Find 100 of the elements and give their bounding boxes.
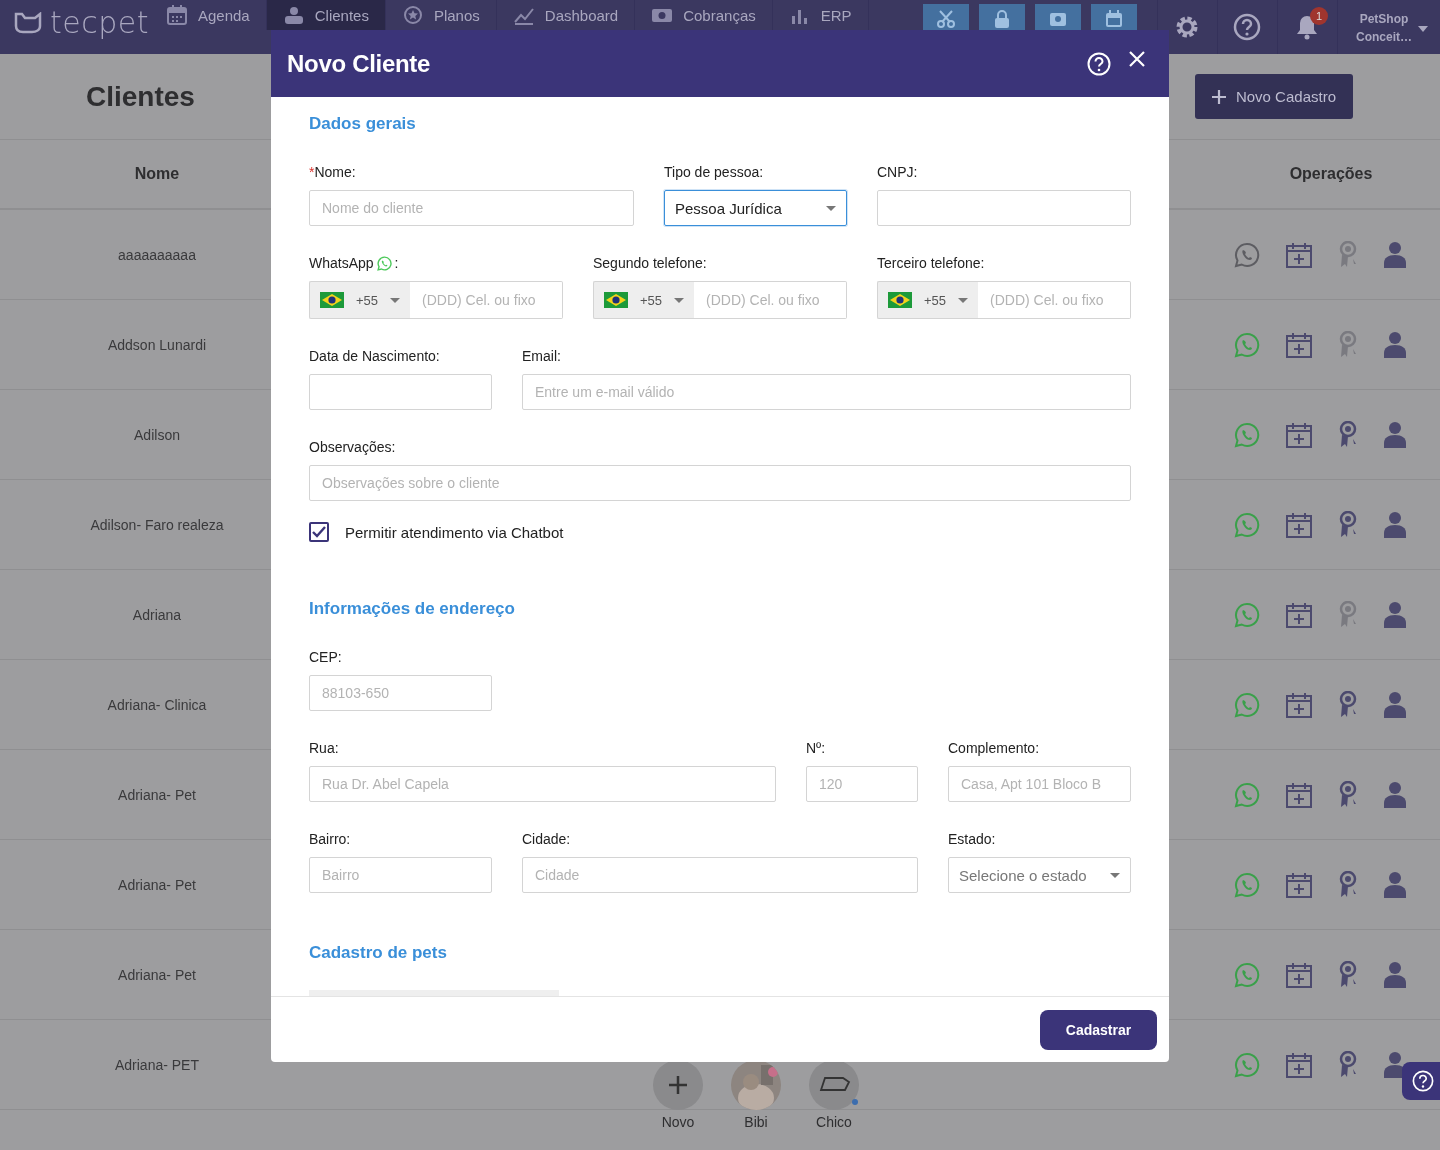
- caret-down-icon: [1110, 872, 1120, 878]
- modal-title: Novo Cliente: [287, 49, 431, 78]
- help-icon[interactable]: [1233, 13, 1262, 41]
- whatsapp-icon[interactable]: [1234, 241, 1260, 268]
- person-icon[interactable]: [1384, 781, 1406, 808]
- whatsapp-icon: [376, 255, 392, 271]
- bell-icon[interactable]: [1295, 14, 1320, 40]
- input-field[interactable]: Observações sobre o cliente: [309, 465, 1131, 501]
- person-icon[interactable]: [1384, 331, 1406, 358]
- person-icon[interactable]: [1384, 421, 1406, 448]
- person-icon[interactable]: [1384, 691, 1406, 718]
- award-icon[interactable]: [1338, 870, 1358, 899]
- field-label: Bairro:: [309, 830, 351, 848]
- calendar-icon: [166, 4, 188, 26]
- calendar-add-icon[interactable]: [1286, 961, 1312, 988]
- people-icon: [282, 4, 305, 26]
- pet-name[interactable]: Bibi: [744, 1114, 768, 1130]
- section-title: Cadastro de pets: [309, 942, 448, 964]
- add-pet-icon[interactable]: [653, 1060, 703, 1110]
- input-field[interactable]: 88103-650: [309, 675, 492, 711]
- calendar-add-icon[interactable]: [1286, 1051, 1312, 1078]
- pet-name[interactable]: Novo: [661, 1114, 695, 1130]
- input-field[interactable]: Nome do cliente: [309, 190, 634, 226]
- calendar-add-icon[interactable]: [1286, 421, 1312, 448]
- field-label: WhatsApp: [309, 254, 374, 272]
- help-icon: [1412, 1070, 1434, 1092]
- field-label: Cidade:: [522, 830, 571, 848]
- award-icon[interactable]: [1338, 510, 1358, 539]
- column-header: Operações: [1289, 165, 1373, 183]
- client-name: Addson Lunardi: [107, 336, 207, 353]
- field-label: CEP:: [309, 648, 342, 666]
- input-field[interactable]: Entre um e-mail válido: [522, 374, 1131, 410]
- field-label: Observações:: [309, 438, 396, 456]
- client-name: Adilson: [134, 426, 180, 443]
- calendar-add-icon[interactable]: [1286, 601, 1312, 628]
- field-label: Segundo telefone:: [593, 254, 707, 272]
- input-field[interactable]: Rua Dr. Abel Capela: [309, 766, 776, 802]
- field-label: Data de Nascimento:: [309, 347, 440, 365]
- nav-item[interactable]: Clientes: [266, 0, 386, 30]
- checkbox-label: Permitir atendimento via Chatbot: [345, 523, 564, 541]
- award-icon[interactable]: [1338, 780, 1358, 809]
- field-label: Email:: [522, 347, 561, 365]
- section-title: Informações de endereço: [309, 598, 516, 620]
- input-field[interactable]: Cidade: [522, 857, 918, 893]
- help-button[interactable]: [1402, 1062, 1440, 1100]
- field-label: CNPJ:: [877, 163, 918, 181]
- lock-icon: [992, 9, 1012, 29]
- field-label: Complemento:: [948, 739, 1040, 757]
- input-field[interactable]: [877, 190, 1131, 226]
- star-circle-icon: [401, 4, 424, 26]
- field-label: Rua:: [309, 739, 339, 757]
- calendar-add-icon[interactable]: [1286, 691, 1312, 718]
- calendar-icon: [1104, 9, 1124, 29]
- user-name[interactable]: PetShop: [1359, 10, 1409, 28]
- select-field[interactable]: Pessoa Jurídica: [664, 190, 847, 226]
- calendar-add-icon[interactable]: [1286, 871, 1312, 898]
- field-label: Estado:: [948, 830, 996, 848]
- client-name: Adriana- Clinica: [107, 696, 207, 713]
- calendar-add-icon[interactable]: [1286, 781, 1312, 808]
- brand-name: tecpet: [50, 8, 149, 38]
- client-name: Adriana- PET: [114, 1056, 199, 1073]
- client-name: aaaaaaaaaa: [118, 246, 196, 263]
- field-label: *Nome:: [309, 163, 356, 181]
- calendar-add-icon[interactable]: [1286, 331, 1312, 358]
- pet-logo-icon: [14, 12, 42, 34]
- caret-down-icon[interactable]: [1418, 26, 1428, 32]
- person-icon[interactable]: [1384, 871, 1406, 898]
- input-field[interactable]: Casa, Apt 101 Bloco B: [948, 766, 1131, 802]
- award-icon[interactable]: [1338, 1050, 1358, 1079]
- submit-button[interactable]: Cadastrar: [1040, 1009, 1157, 1050]
- calendar-add-icon[interactable]: [1286, 241, 1312, 268]
- input-field[interactable]: Bairro: [309, 857, 492, 893]
- section-title: Dados gerais: [309, 113, 417, 135]
- notification-badge: 1: [1310, 7, 1328, 25]
- field-label: Nº:: [806, 739, 826, 757]
- person-icon[interactable]: [1384, 961, 1406, 988]
- input-field[interactable]: 120: [806, 766, 918, 802]
- person-icon[interactable]: [1384, 511, 1406, 538]
- scissors-icon: [936, 9, 956, 29]
- client-name: Adilson- Faro realeza: [90, 516, 224, 533]
- label-colon: :: [394, 254, 399, 272]
- calendar-add-icon[interactable]: [1286, 511, 1312, 538]
- caret-down-icon: [826, 205, 836, 211]
- new-client-button[interactable]: Novo Cadastro: [1194, 74, 1353, 119]
- nav-item[interactable]: Agenda: [150, 0, 267, 30]
- pet-name[interactable]: Chico: [816, 1114, 852, 1130]
- input-field[interactable]: [309, 374, 492, 410]
- client-name: Adriana: [132, 606, 182, 623]
- close-icon[interactable]: [1129, 50, 1145, 67]
- award-icon[interactable]: [1338, 690, 1358, 719]
- award-icon[interactable]: [1338, 960, 1358, 989]
- person-icon[interactable]: [1384, 601, 1406, 628]
- person-icon[interactable]: [1384, 241, 1406, 268]
- client-name: Adriana- Pet: [118, 786, 196, 803]
- award-icon[interactable]: [1338, 420, 1358, 449]
- plus-icon: [1211, 89, 1226, 104]
- select-field[interactable]: Selecione o estado: [948, 857, 1131, 893]
- user-name[interactable]: Conceit…: [1356, 28, 1412, 46]
- client-name: Adriana- Pet: [118, 876, 196, 893]
- checkbox[interactable]: [309, 522, 329, 542]
